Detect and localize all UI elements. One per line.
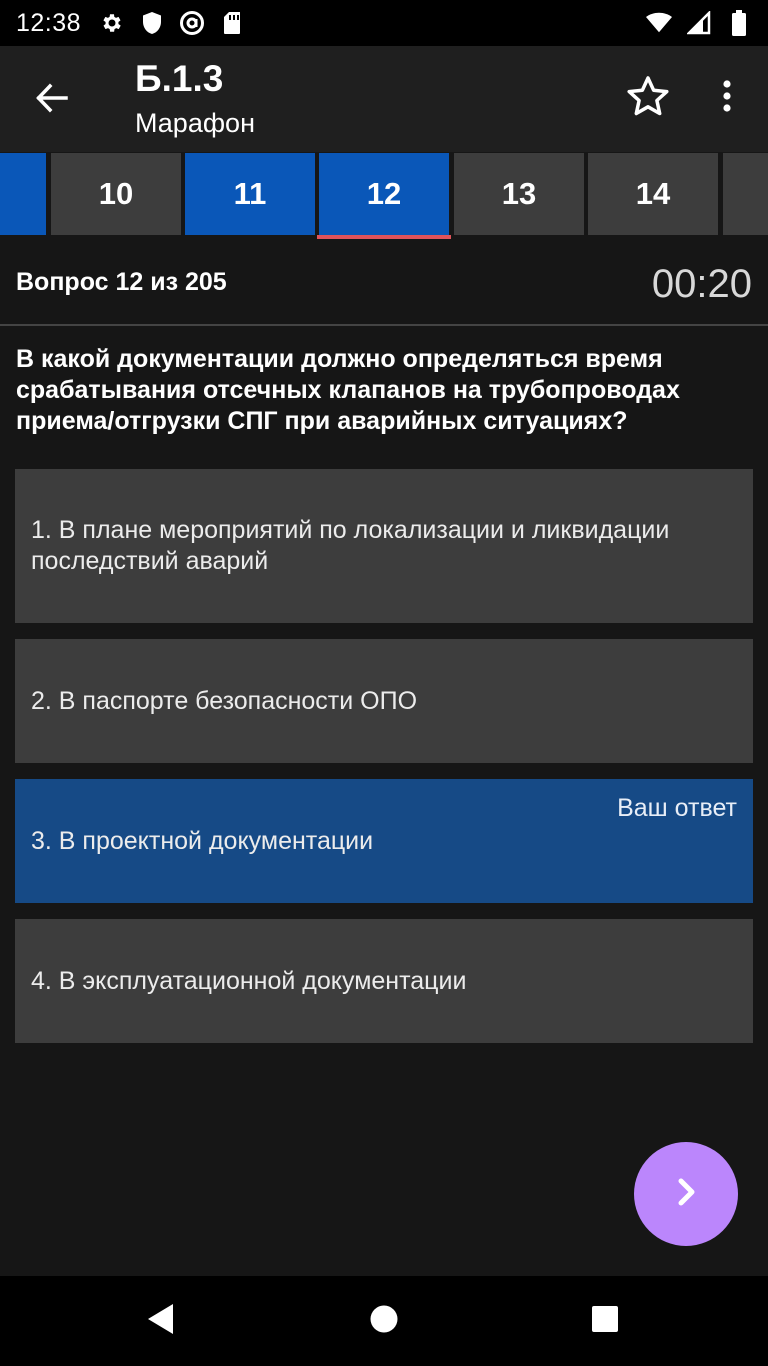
battery-icon: [726, 10, 752, 36]
nav-home-icon: [369, 1304, 399, 1339]
star-outline-icon: [626, 75, 670, 122]
answer-option-4[interactable]: 4. В эксплуатационной документации: [15, 919, 753, 1043]
answer-text: 1. В плане мероприятий по локализации и …: [31, 516, 670, 575]
screen-title: Б.1.3: [135, 58, 224, 99]
wifi-icon: [646, 10, 672, 36]
answer-text: 3. В проектной документации: [31, 826, 374, 855]
favorite-button[interactable]: [622, 72, 674, 124]
tab-selected-indicator: [317, 235, 451, 239]
status-icons-right: [646, 10, 752, 36]
answer-option-3[interactable]: Ваш ответ 3. В проектной документации: [15, 779, 753, 903]
question-timer: 00:20: [651, 262, 752, 306]
at-sign-icon: [179, 10, 205, 36]
more-options-button[interactable]: [706, 72, 748, 124]
tab-question-10[interactable]: 10: [51, 153, 181, 235]
your-answer-tag: Ваш ответ: [617, 794, 737, 822]
nav-recents-button[interactable]: [582, 1298, 628, 1344]
tab-previous-partial[interactable]: [0, 153, 46, 235]
status-time: 12:38: [16, 8, 82, 37]
nav-home-button[interactable]: [361, 1298, 407, 1344]
question-header: Вопрос 12 из 205 00:20: [0, 240, 768, 326]
status-icons-left: [99, 10, 245, 36]
nav-back-button[interactable]: [138, 1298, 184, 1344]
answer-option-2[interactable]: 2. В паспорте безопасности ОПО: [15, 639, 753, 763]
answer-text: 2. В паспорте безопасности ОПО: [31, 686, 418, 715]
tab-question-12[interactable]: 12: [319, 153, 449, 235]
next-question-button[interactable]: [634, 1142, 738, 1246]
tab-next-partial[interactable]: [723, 153, 768, 235]
arrow-left-icon: [35, 81, 69, 120]
status-bar: 12:38: [0, 0, 768, 46]
screen-subtitle: Марафон: [135, 108, 255, 138]
tab-question-14[interactable]: 14: [588, 153, 718, 235]
tab-question-13[interactable]: 13: [454, 153, 584, 235]
system-nav-bar: [0, 1276, 768, 1366]
more-vertical-icon: [721, 79, 733, 118]
question-counter: Вопрос 12 из 205: [16, 268, 227, 296]
answer-option-1[interactable]: 1. В плане мероприятий по локализации и …: [15, 469, 753, 623]
cell-signal-icon: [686, 10, 712, 36]
app-bar: Б.1.3 Марафон: [0, 46, 768, 152]
tab-question-11[interactable]: 11: [185, 153, 315, 235]
question-tabs: 10 11 12 13 14: [0, 152, 768, 240]
question-text: В какой документации должно определяться…: [16, 345, 680, 435]
shield-icon: [139, 10, 165, 36]
answer-text: 4. В эксплуатационной документации: [31, 966, 467, 995]
nav-back-icon: [146, 1303, 176, 1340]
chevron-right-icon: [671, 1174, 701, 1215]
settings-icon: [99, 10, 125, 36]
nav-recents-icon: [591, 1305, 619, 1338]
sd-card-icon: [219, 10, 245, 36]
back-button[interactable]: [24, 72, 80, 128]
